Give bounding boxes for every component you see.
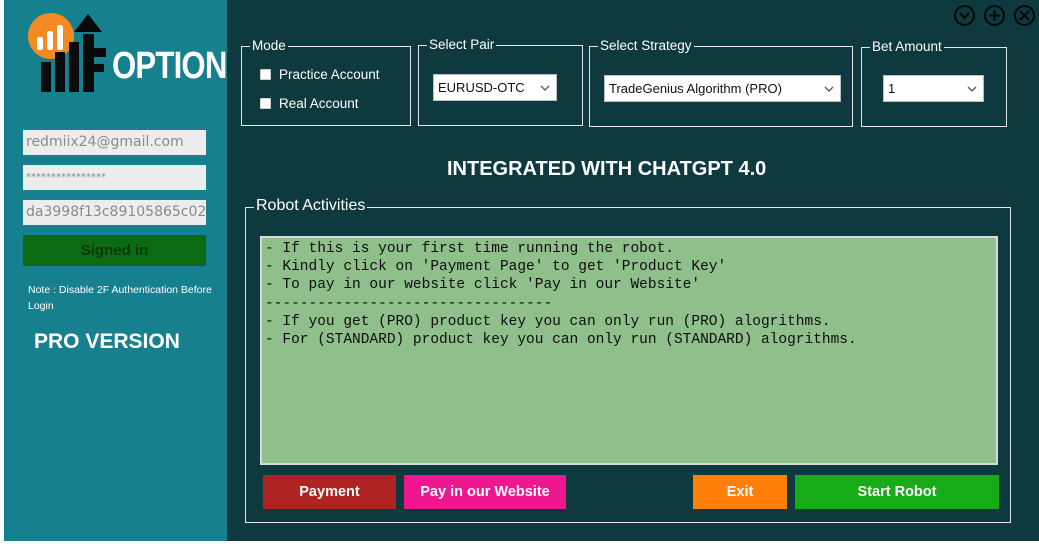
- log-line: ---------------------------------: [265, 295, 553, 312]
- real-account-option[interactable]: Real Account: [260, 96, 359, 111]
- mode-group: Mode Practice Account Real Account: [241, 38, 411, 126]
- email-field[interactable]: redmiix24@gmail.com: [23, 130, 206, 155]
- chevron-down-icon: [540, 85, 550, 91]
- pair-select-value: EURUSD-OTC: [438, 80, 525, 95]
- practice-account-checkbox[interactable]: [260, 69, 271, 80]
- bet-label: Bet Amount: [870, 39, 944, 55]
- strategy-select[interactable]: TradeGenius Algorithm (PRO): [604, 75, 841, 102]
- strategy-label: Select Strategy: [598, 38, 694, 54]
- mode-label: Mode: [250, 38, 288, 54]
- strategy-group: Select Strategy TradeGenius Algorithm (P…: [589, 38, 853, 127]
- bet-amount-select[interactable]: 1: [883, 75, 984, 102]
- bet-group: Bet Amount 1: [861, 39, 1007, 127]
- robot-activities-label: Robot Activities: [254, 197, 368, 214]
- log-line: - To pay in our website click 'Pay in ou…: [265, 277, 701, 294]
- pair-select[interactable]: EURUSD-OTC: [433, 74, 557, 101]
- practice-account-option[interactable]: Practice Account: [260, 67, 380, 82]
- real-account-checkbox[interactable]: [260, 98, 271, 109]
- log-line: - Kindly click on 'Payment Page' to get …: [265, 259, 727, 276]
- chevron-down-icon: [824, 86, 834, 92]
- chevron-down-icon: [959, 12, 970, 20]
- logo-text: OPTION: [112, 45, 227, 87]
- minimize-button[interactable]: [954, 5, 975, 26]
- version-label: PRO VERSION: [34, 330, 180, 353]
- pay-website-button[interactable]: Pay in our Website: [404, 475, 566, 509]
- integration-headline: INTEGRATED WITH CHATGPT 4.0: [447, 158, 767, 180]
- chevron-down-icon: [967, 86, 977, 92]
- pair-label: Select Pair: [427, 37, 497, 53]
- exit-button[interactable]: Exit: [693, 475, 787, 509]
- pair-group: Select Pair EURUSD-OTC: [418, 37, 583, 126]
- real-account-label: Real Account: [279, 96, 359, 111]
- log-line: - For (STANDARD) product key you can onl…: [265, 332, 857, 349]
- close-button[interactable]: [1014, 5, 1035, 26]
- bet-amount-value: 1: [888, 81, 896, 96]
- auth-note: Note : Disable 2F Authentication Before …: [28, 284, 212, 312]
- log-line: - If this is your first time running the…: [265, 241, 674, 257]
- product-key-field[interactable]: da3998f13c89105865c023: [23, 200, 206, 225]
- log-line: - If you get (PRO) product key you can o…: [265, 313, 831, 330]
- maximize-button[interactable]: [984, 5, 1005, 26]
- main-panel: Mode Practice Account Real Account Selec…: [227, 0, 1039, 541]
- sidebar: OPTION redmiix24@gmail.com *************…: [4, 0, 227, 541]
- password-field[interactable]: ****************: [23, 165, 206, 190]
- strategy-select-value: TradeGenius Algorithm (PRO): [609, 81, 782, 96]
- practice-account-label: Practice Account: [279, 67, 380, 82]
- activity-log[interactable]: - If this is your first time running the…: [260, 236, 998, 465]
- payment-button[interactable]: Payment: [263, 475, 396, 509]
- app-window: OPTION redmiix24@gmail.com *************…: [0, 0, 1039, 544]
- plus-icon: [989, 10, 1000, 21]
- close-icon: [1019, 10, 1030, 21]
- signed-in-button[interactable]: Signed in: [23, 235, 206, 266]
- start-robot-button[interactable]: Start Robot: [795, 475, 999, 509]
